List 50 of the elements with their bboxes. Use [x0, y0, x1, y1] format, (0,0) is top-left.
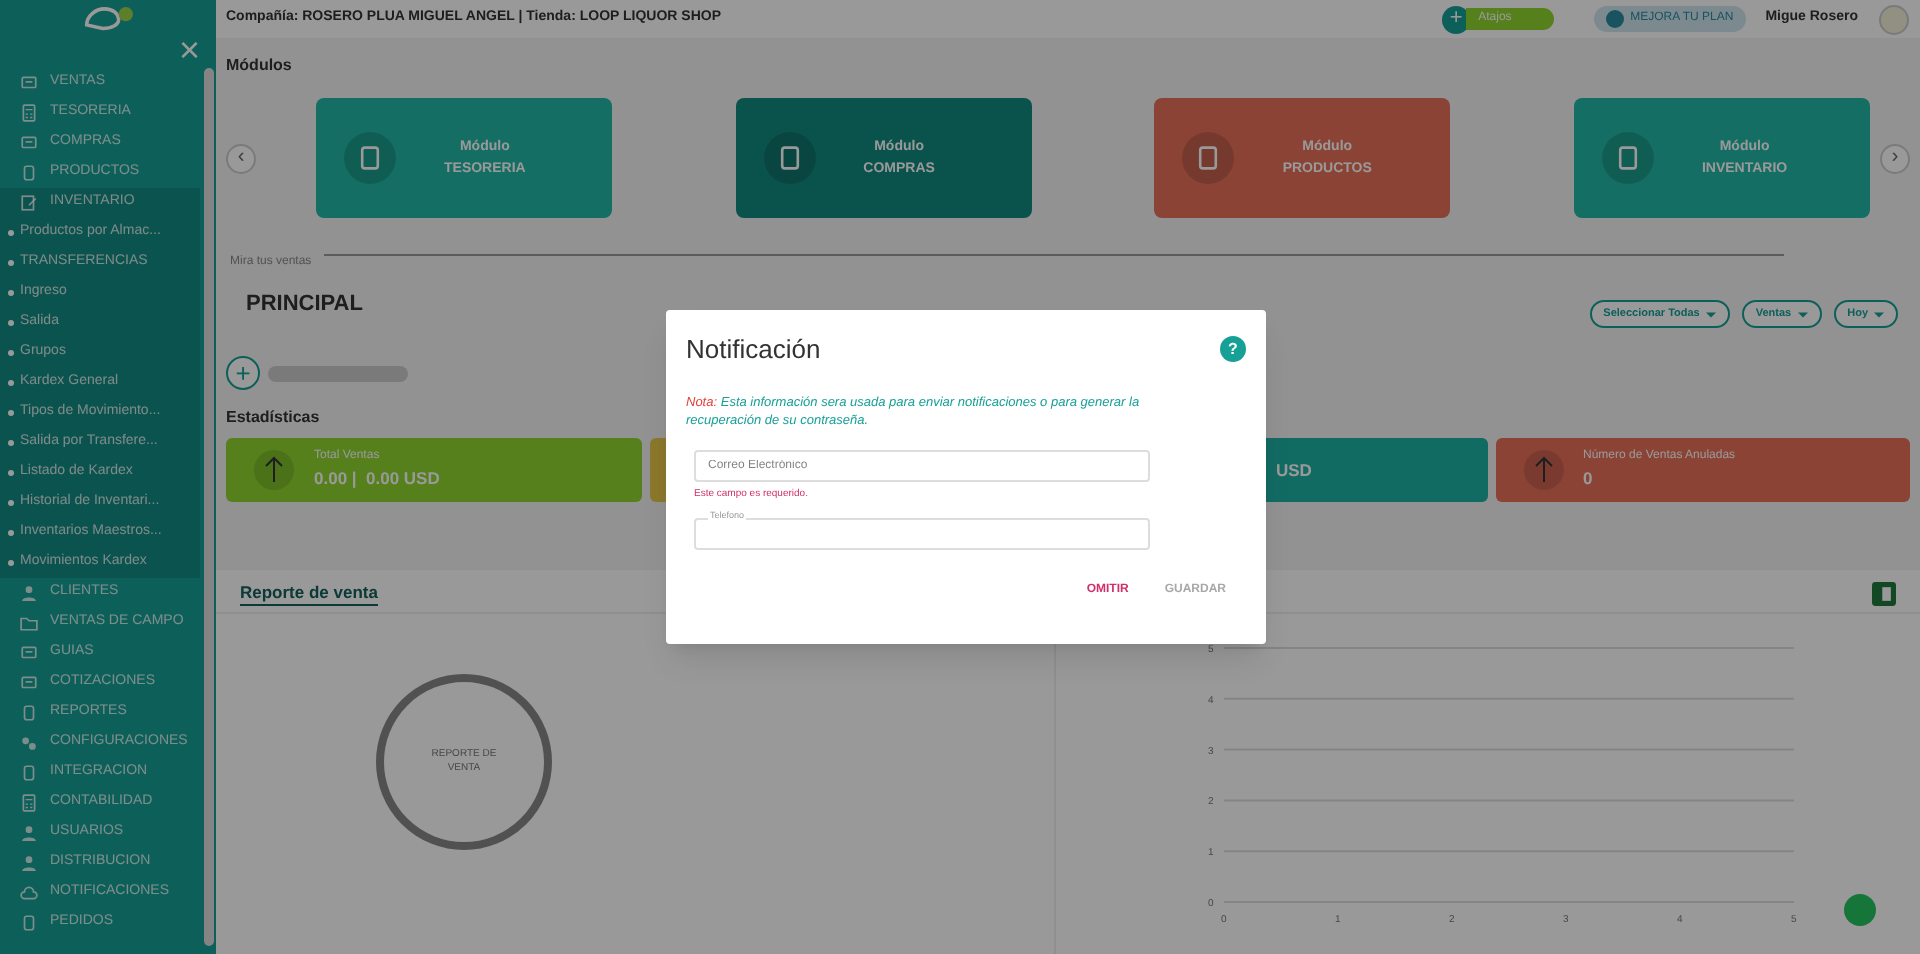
tray-icon — [20, 674, 38, 692]
next-button[interactable]: › — [1880, 143, 1910, 173]
section-title: Estadísticas — [226, 406, 320, 430]
tray-icon — [20, 134, 38, 152]
document-icon — [20, 164, 38, 182]
bullet-icon — [8, 410, 14, 416]
help-button[interactable]: ? — [1220, 336, 1246, 363]
page-title: PRINCIPAL — [246, 289, 363, 320]
section-title: Módulos — [226, 54, 294, 78]
close-button[interactable]: × — [178, 36, 200, 64]
tray-icon — [20, 74, 38, 92]
caret-icon — [1797, 311, 1808, 317]
calculator-icon — [20, 104, 38, 122]
edit-icon — [20, 194, 38, 212]
stat-value: USD — [1276, 457, 1312, 483]
bullet-icon — [8, 320, 14, 326]
bullet-icon — [8, 530, 14, 536]
report-title: Reporte de venta — [240, 579, 378, 607]
bullet-icon — [8, 440, 14, 446]
caret-icon — [1705, 311, 1716, 317]
user-icon — [20, 824, 38, 842]
document-icon — [20, 914, 38, 932]
previous-button[interactable]: ‹ — [226, 143, 256, 173]
spreadsheet-icon — [1872, 581, 1896, 605]
folder-icon — [20, 614, 38, 632]
stat-value: 0.00 | 0.00 USD — [314, 466, 440, 492]
tray-icon — [20, 644, 38, 662]
user-icon — [20, 854, 38, 872]
bullet-icon — [8, 260, 14, 266]
bullet-icon — [8, 230, 14, 236]
caret-icon — [1874, 311, 1884, 317]
blank-pill — [268, 365, 408, 381]
document-icon — [20, 704, 38, 722]
bullet-icon — [8, 290, 14, 296]
bullet-icon — [8, 560, 14, 566]
stat-value: 0 — [1583, 466, 1595, 492]
bullet-icon — [8, 500, 14, 506]
bullet-icon — [8, 350, 14, 356]
bullet-icon — [8, 470, 14, 476]
badge-icon — [1606, 10, 1625, 28]
dialog-title: Notificación — [686, 332, 821, 368]
bullet-icon — [8, 380, 14, 386]
avatar-icon — [1878, 3, 1910, 35]
add-button[interactable]: + — [226, 356, 260, 390]
cloud-icon — [20, 884, 38, 902]
user-icon — [20, 584, 38, 602]
gear-icon — [20, 734, 38, 752]
calculator-icon — [20, 794, 38, 812]
document-icon — [20, 764, 38, 782]
scrollbar[interactable] — [204, 68, 214, 946]
